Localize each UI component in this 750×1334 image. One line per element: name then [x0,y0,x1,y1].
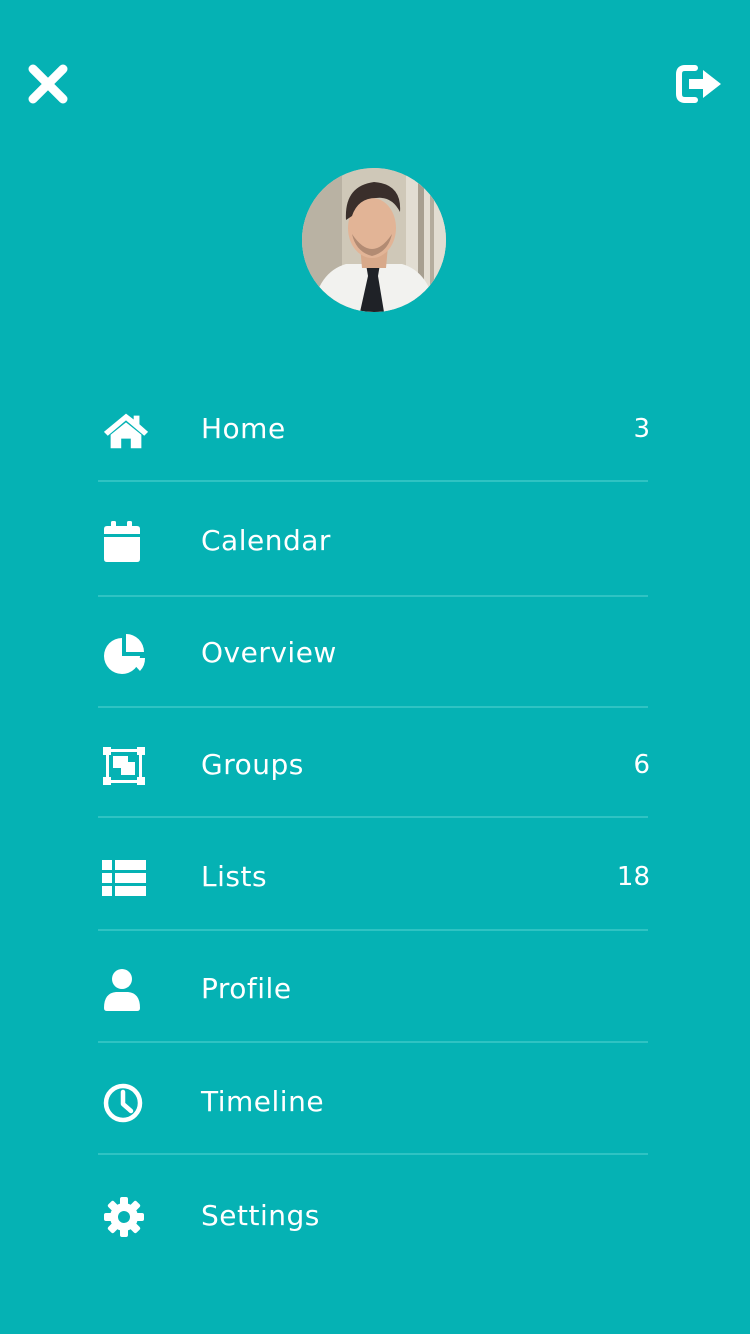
avatar[interactable] [302,168,446,312]
menu-divider [98,595,648,597]
menu-divider [98,1041,648,1043]
menu-item-count: 18 [616,862,650,892]
menu-item-calendar[interactable]: Calendar [98,496,650,586]
menu-item-label: Overview [201,636,337,669]
menu-item-label: Lists [201,860,268,893]
menu-item-settings[interactable]: Settings [98,1171,650,1261]
menu-divider [98,816,648,818]
menu-item-profile[interactable]: Profile [98,944,650,1034]
menu-item-label: Calendar [201,524,331,557]
menu-item-label: Home [201,412,286,445]
menu-item-label: Timeline [201,1085,325,1118]
gear-icon [102,1195,150,1239]
menu-item-lists[interactable]: Lists 18 [98,832,650,922]
menu-item-count: 6 [633,750,650,780]
menu-item-home[interactable]: Home 3 [98,384,650,474]
menu-divider [98,480,648,482]
logout-icon [675,64,725,108]
calendar-icon [102,520,150,564]
logout-button[interactable] [676,62,724,110]
menu-item-label: Profile [201,972,292,1005]
pie-chart-icon [102,632,150,676]
close-button[interactable] [24,62,72,110]
clock-icon [102,1081,150,1125]
menu-divider [98,929,648,931]
menu-item-count: 3 [633,414,650,444]
menu-item-timeline[interactable]: Timeline [98,1057,650,1147]
menu-item-overview[interactable]: Overview [98,608,650,698]
menu-item-groups[interactable]: Groups 6 [98,720,650,810]
menu-item-label: Groups [201,748,304,781]
menu-item-label: Settings [201,1199,320,1232]
menu-divider [98,1153,648,1155]
home-icon [102,408,150,452]
list-icon [102,856,150,900]
avatar-photo [302,168,446,312]
object-group-icon [102,744,150,788]
user-icon [102,968,150,1012]
menu-divider [98,706,648,708]
close-icon [26,62,70,110]
